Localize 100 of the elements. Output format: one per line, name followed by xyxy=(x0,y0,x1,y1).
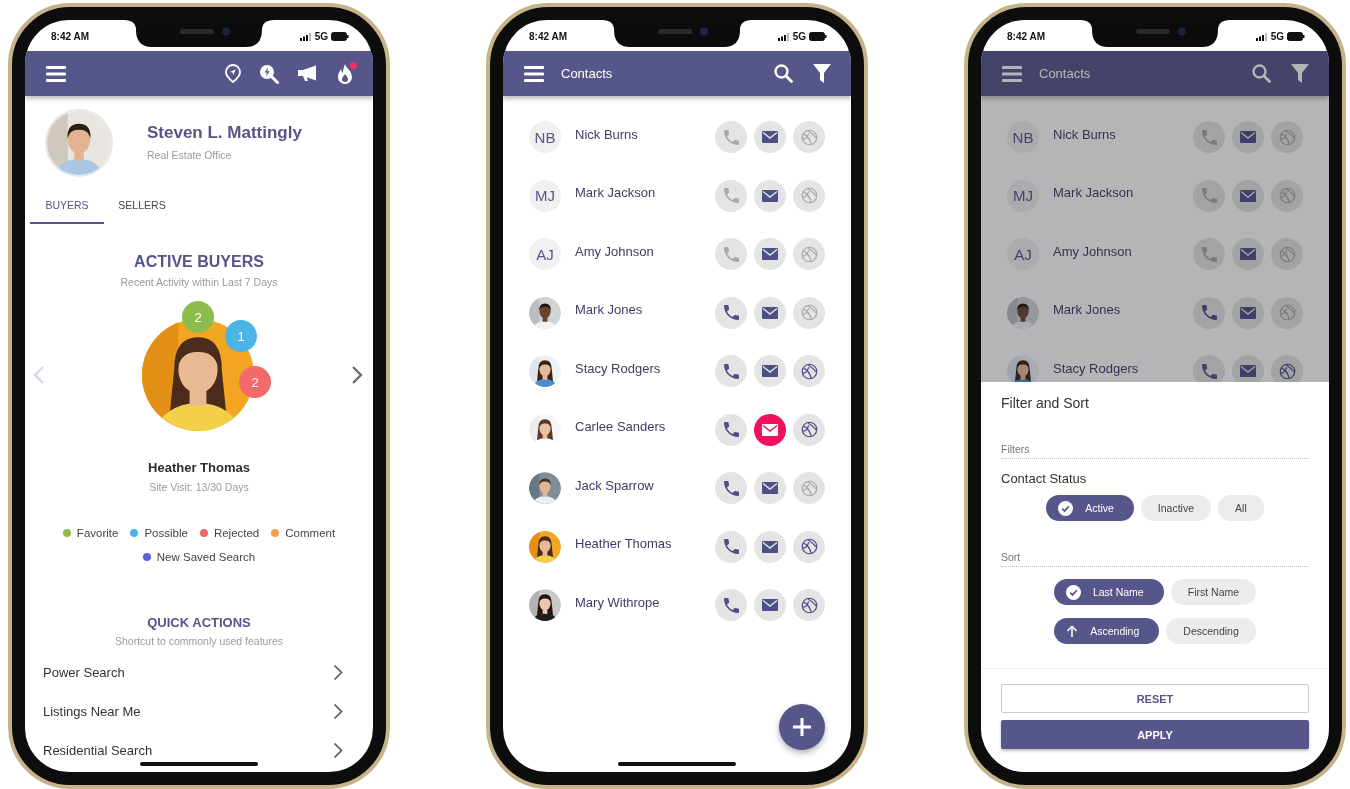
search-icon[interactable] xyxy=(774,64,793,83)
chevron-right-icon[interactable] xyxy=(333,664,343,681)
battery-icon xyxy=(809,32,827,41)
contact-name[interactable]: Heather Thomas xyxy=(575,536,672,552)
phone-icon xyxy=(723,480,739,496)
email-button[interactable] xyxy=(754,413,786,446)
email-button[interactable] xyxy=(754,121,786,154)
chevron-right-icon[interactable] xyxy=(333,703,343,720)
menu-icon[interactable] xyxy=(1002,65,1022,82)
web-button[interactable] xyxy=(793,530,825,563)
signal-icon xyxy=(1255,32,1268,41)
email-button[interactable] xyxy=(754,238,786,271)
email-button[interactable] xyxy=(754,472,786,505)
contact-name[interactable]: Jack Sparrow xyxy=(575,477,654,493)
quick-action-item[interactable]: Power Search xyxy=(43,665,125,680)
web-button[interactable] xyxy=(793,413,825,446)
globe-icon xyxy=(800,304,818,322)
buyer-detail: Site Visit: 13/30 Days xyxy=(149,481,249,493)
call-button[interactable] xyxy=(715,296,747,329)
menu-icon[interactable] xyxy=(46,65,66,82)
contact-name[interactable]: Stacy Rodgers xyxy=(575,360,661,376)
quick-action-item[interactable]: Listings Near Me xyxy=(43,704,141,719)
web-button[interactable] xyxy=(793,355,825,388)
globe-icon xyxy=(800,421,818,439)
add-button[interactable] xyxy=(779,704,825,750)
group-label: Filters xyxy=(1001,443,1309,459)
envelope-icon xyxy=(1240,248,1256,261)
contact-name[interactable]: Nick Burns xyxy=(1053,126,1116,142)
initials-avatar: NB xyxy=(529,121,561,154)
envelope-icon xyxy=(762,131,778,144)
email-button[interactable] xyxy=(754,179,786,212)
call-button[interactable] xyxy=(715,530,747,563)
call-button[interactable] xyxy=(715,589,747,622)
web-button[interactable] xyxy=(793,589,825,622)
search-icon[interactable] xyxy=(259,63,279,84)
email-button[interactable] xyxy=(754,589,786,622)
initials-avatar: AJ xyxy=(529,238,561,271)
phone-icon xyxy=(723,597,739,613)
filter-chip[interactable]: Active xyxy=(1046,495,1134,521)
envelope-icon xyxy=(1240,189,1256,202)
filter-chip[interactable]: Descending xyxy=(1166,618,1256,644)
email-button[interactable] xyxy=(754,296,786,329)
contact-name[interactable]: Mark Jones xyxy=(1053,302,1121,318)
chevron-right-icon[interactable] xyxy=(351,365,363,385)
globe-icon xyxy=(800,128,818,146)
location-pin-icon[interactable] xyxy=(225,64,241,83)
chevron-right-icon[interactable] xyxy=(333,742,343,759)
envelope-icon xyxy=(762,189,778,202)
contact-name[interactable]: Nick Burns xyxy=(575,126,638,142)
contact-name[interactable]: Amy Johnson xyxy=(1053,243,1132,259)
status-time: 8:42 AM xyxy=(529,31,567,42)
network-label: 5G xyxy=(1270,31,1284,42)
legend-label: Possible xyxy=(144,527,188,539)
signal-icon xyxy=(777,32,790,41)
contact-name[interactable]: Carlee Sanders xyxy=(575,419,666,435)
email-button[interactable] xyxy=(1232,121,1264,154)
initials-avatar: MJ xyxy=(529,179,561,212)
filter-chip[interactable]: All xyxy=(1218,495,1264,521)
contact-name[interactable]: Mark Jackson xyxy=(1053,185,1134,201)
call-button[interactable] xyxy=(1193,296,1225,329)
filter-chip[interactable]: Last Name xyxy=(1053,579,1164,605)
contact-name[interactable]: Mary Withrope xyxy=(575,594,660,610)
contact-name[interactable]: Mark Jackson xyxy=(575,185,656,201)
menu-icon[interactable] xyxy=(524,65,544,82)
search-icon[interactable] xyxy=(1252,64,1271,83)
filter-icon[interactable] xyxy=(813,64,831,83)
check-icon xyxy=(1065,584,1081,600)
count-badge: 1 xyxy=(225,320,257,352)
contact-name[interactable]: Stacy Rodgers xyxy=(1053,360,1139,376)
app-bar-title: Contacts xyxy=(561,66,613,81)
call-button[interactable] xyxy=(715,472,747,505)
envelope-icon xyxy=(762,540,778,553)
battery-icon xyxy=(1287,32,1305,41)
contact-name[interactable]: Mark Jones xyxy=(575,302,643,318)
filter-chip[interactable]: First Name xyxy=(1170,579,1257,605)
apply-button[interactable]: APPLY xyxy=(1001,720,1309,749)
quick-action-item[interactable]: Residential Search xyxy=(43,743,153,758)
legend-label: New Saved Search xyxy=(156,551,256,563)
contact-name[interactable]: Amy Johnson xyxy=(575,243,654,259)
tab[interactable]: BUYERS xyxy=(30,191,104,224)
email-button[interactable] xyxy=(1232,238,1264,271)
filter-chip[interactable]: Inactive xyxy=(1140,495,1212,521)
globe-icon xyxy=(1278,128,1296,146)
reset-button[interactable]: RESET xyxy=(1001,684,1309,713)
email-button[interactable] xyxy=(754,530,786,563)
call-button[interactable] xyxy=(715,413,747,446)
filter-chip[interactable]: Ascending xyxy=(1054,618,1160,644)
phone-icon xyxy=(723,305,739,321)
envelope-icon xyxy=(1240,306,1256,319)
email-button[interactable] xyxy=(754,355,786,388)
globe-icon xyxy=(1278,245,1296,263)
email-button[interactable] xyxy=(1232,179,1264,212)
tab[interactable]: SELLERS xyxy=(104,191,180,224)
section-title: ACTIVE BUYERS xyxy=(134,253,264,271)
email-button[interactable] xyxy=(1232,296,1264,329)
megaphone-icon[interactable] xyxy=(297,65,319,82)
filter-icon[interactable] xyxy=(1291,64,1309,83)
globe-icon xyxy=(800,187,818,205)
call-button[interactable] xyxy=(715,355,747,388)
flame-icon[interactable] xyxy=(337,63,353,84)
